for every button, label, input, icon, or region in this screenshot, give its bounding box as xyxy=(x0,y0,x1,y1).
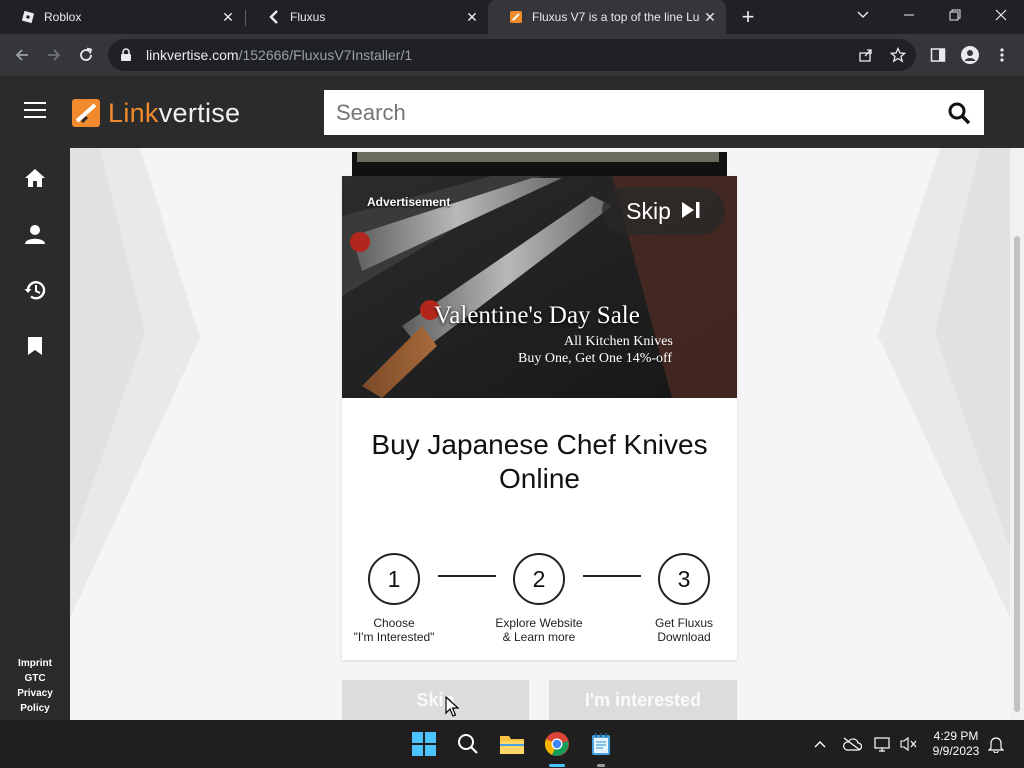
history-icon[interactable] xyxy=(23,278,47,302)
policy-link[interactable]: Policy xyxy=(0,701,70,716)
close-tab-icon[interactable]: ✕ xyxy=(462,7,482,27)
search-icon[interactable] xyxy=(934,101,984,125)
linkvertise-icon xyxy=(508,9,524,25)
ad-card: Advertisement Skip Valentine's Day Sale … xyxy=(342,176,737,660)
step-1-label: Choose "I'm Interested" xyxy=(353,616,435,644)
linkvertise-logo-mark-icon xyxy=(72,99,100,127)
tab-search-chevron-icon[interactable] xyxy=(840,0,886,30)
browser-toolbar: linkvertise.com/152666/FluxusV7Installer… xyxy=(0,34,1024,76)
hamburger-menu-icon[interactable] xyxy=(24,102,46,122)
clock-time: 4:29 PM xyxy=(933,729,979,743)
skip-ad-button[interactable]: Skip xyxy=(602,187,725,235)
skip-ad-label: Skip xyxy=(626,197,671,224)
imprint-link[interactable]: Imprint xyxy=(0,656,70,671)
share-icon[interactable] xyxy=(854,43,878,67)
step-2-label: Explore Website & Learn more xyxy=(495,616,583,644)
lock-icon[interactable] xyxy=(120,48,136,62)
windows-start-icon[interactable] xyxy=(410,730,438,758)
advertisement-label: Advertisement xyxy=(367,195,451,209)
notepad-icon[interactable] xyxy=(587,730,615,758)
skip-button[interactable]: Skip xyxy=(342,680,529,720)
file-explorer-icon[interactable] xyxy=(498,730,526,758)
footer-links: Imprint GTC Privacy Policy xyxy=(0,656,70,716)
volume-muted-icon[interactable] xyxy=(899,734,919,754)
bookmark-star-icon[interactable] xyxy=(886,43,910,67)
linkvertise-logo[interactable]: Linkvertise xyxy=(70,96,240,130)
side-panel-icon[interactable] xyxy=(926,43,950,67)
sale-subtitle-2: Buy One, Get One 14%-off xyxy=(518,351,673,366)
search-input[interactable] xyxy=(324,90,934,135)
address-bar[interactable]: linkvertise.com/152666/FluxusV7Installer… xyxy=(108,39,916,71)
user-icon[interactable] xyxy=(23,222,47,246)
tab-fluxus-v7[interactable]: Fluxus V7 is a top of the line Luau ✕ xyxy=(488,0,726,34)
mouse-cursor-icon xyxy=(445,695,460,723)
tab-title: Fluxus xyxy=(290,10,326,24)
scrollbar-thumb[interactable] xyxy=(1014,236,1020,712)
step-2-circle: 2 xyxy=(513,553,565,605)
page-scrollbar[interactable] xyxy=(1010,148,1024,720)
tab-roblox[interactable]: Roblox ✕ xyxy=(0,0,244,34)
profile-icon[interactable] xyxy=(958,43,982,67)
notification-bell-icon[interactable] xyxy=(986,734,1006,754)
close-tab-icon[interactable]: ✕ xyxy=(700,7,720,27)
logo-wordmark: Linkvertise xyxy=(108,97,241,128)
url-text: linkvertise.com/152666/FluxusV7Installer… xyxy=(146,47,412,63)
new-tab-button[interactable]: + xyxy=(736,4,760,29)
bookmark-icon[interactable] xyxy=(23,334,47,358)
step-1-circle: 1 xyxy=(368,553,420,605)
show-hidden-icons-chevron-icon[interactable] xyxy=(810,734,830,754)
restore-icon[interactable] xyxy=(932,0,978,30)
privacy-link[interactable]: Privacy xyxy=(0,686,70,701)
network-icon[interactable] xyxy=(873,734,893,754)
onedrive-offline-icon[interactable] xyxy=(842,734,862,754)
minimize-icon[interactable] xyxy=(886,0,932,30)
roblox-icon xyxy=(20,9,36,25)
tab-fluxus[interactable]: Fluxus ✕ xyxy=(246,0,488,34)
step-3-label: Get Fluxus Download xyxy=(654,616,714,644)
sidebar: Imprint GTC Privacy Policy xyxy=(0,148,70,720)
step-connector xyxy=(438,575,496,577)
ad-image[interactable]: Advertisement Skip Valentine's Day Sale … xyxy=(342,176,737,398)
fluxus-icon xyxy=(266,9,282,25)
sale-subtitle-1: All Kitchen Knives xyxy=(564,334,673,349)
taskbar-search-icon[interactable] xyxy=(454,730,482,758)
im-interested-button[interactable]: I'm interested xyxy=(549,680,737,720)
tab-title: Roblox xyxy=(44,10,82,24)
gtc-link[interactable]: GTC xyxy=(0,671,70,686)
sale-title: Valentine's Day Sale xyxy=(434,302,640,329)
tab-title: Fluxus V7 is a top of the line Luau xyxy=(532,10,700,24)
close-window-icon[interactable] xyxy=(978,0,1024,30)
active-app-indicator xyxy=(549,764,565,767)
back-arrow-icon[interactable] xyxy=(10,43,34,67)
close-tab-icon[interactable]: ✕ xyxy=(218,7,238,27)
chrome-icon[interactable] xyxy=(543,730,571,758)
main-content: Advertisement Skip Valentine's Day Sale … xyxy=(70,148,1010,720)
reload-icon[interactable] xyxy=(74,43,98,67)
system-clock[interactable]: 4:29 PM 9/9/2023 xyxy=(926,729,986,759)
site-header: Linkvertise xyxy=(0,76,1024,148)
step-3-circle: 3 xyxy=(658,553,710,605)
url-host: linkvertise.com xyxy=(146,47,239,63)
ad-heading: Buy Japanese Chef Knives Online xyxy=(371,429,708,494)
forward-arrow-icon[interactable] xyxy=(42,43,66,67)
open-app-indicator xyxy=(597,764,605,767)
browser-tab-strip: Roblox ✕ Fluxus ✕ Fluxus V7 is a top of … xyxy=(0,0,1024,34)
clock-date: 9/9/2023 xyxy=(932,744,980,758)
url-path: /152666/FluxusV7Installer/1 xyxy=(238,47,413,63)
more-menu-icon[interactable] xyxy=(990,43,1014,67)
step-connector xyxy=(583,575,641,577)
taskbar: 4:29 PM 9/9/2023 xyxy=(0,720,1024,768)
site-search-bar xyxy=(324,90,984,135)
home-icon[interactable] xyxy=(23,166,47,190)
background-ad-edge xyxy=(352,152,727,176)
skip-next-icon xyxy=(681,198,701,225)
